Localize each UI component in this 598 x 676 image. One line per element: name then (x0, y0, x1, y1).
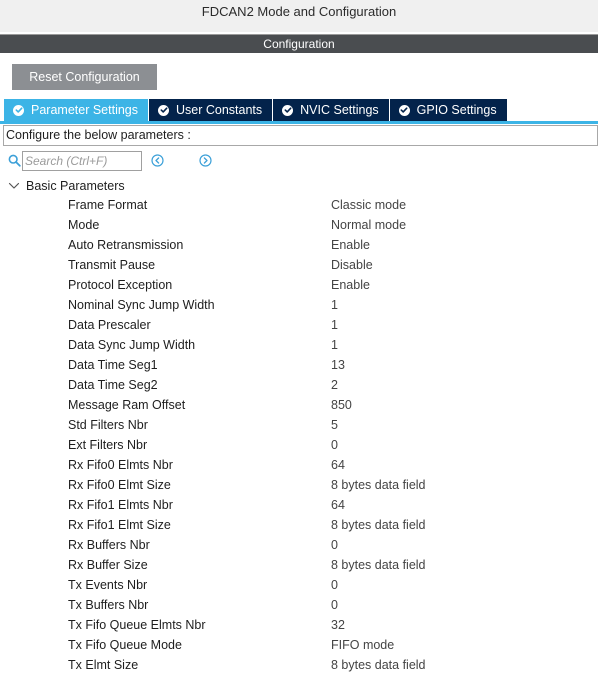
parameter-value[interactable]: 1 (331, 315, 338, 335)
parameter-row[interactable]: Data Prescaler 1 (0, 315, 598, 335)
arrow-right-circle-icon[interactable] (199, 154, 212, 167)
parameter-name: Tx Fifo Queue Mode (68, 638, 182, 652)
parameter-value[interactable]: Enable (331, 275, 370, 295)
parameter-row[interactable]: Auto Retransmission Enable (0, 235, 598, 255)
reset-configuration-button[interactable]: Reset Configuration (12, 64, 157, 90)
search-input[interactable] (22, 151, 142, 171)
parameter-row[interactable]: Rx Buffer Size 8 bytes data field (0, 555, 598, 575)
tab-label: Parameter Settings (31, 103, 138, 117)
tab-parameter-settings[interactable]: Parameter Settings (4, 99, 148, 121)
parameter-value[interactable]: Classic mode (331, 195, 406, 215)
parameter-name: Tx Events Nbr (68, 578, 148, 592)
parameter-row[interactable]: Data Time Seg1 13 (0, 355, 598, 375)
parameter-row[interactable]: Nominal Sync Jump Width 1 (0, 295, 598, 315)
check-circle-icon (13, 104, 24, 116)
chevron-down-icon[interactable] (8, 181, 20, 191)
parameter-row[interactable]: Tx Fifo Queue Mode FIFO mode (0, 635, 598, 655)
parameter-value[interactable]: 0 (331, 535, 338, 555)
parameter-row[interactable]: Frame Format Classic mode (0, 195, 598, 215)
tab-gpio-settings[interactable]: GPIO Settings (389, 99, 507, 121)
parameter-name: Rx Fifo1 Elmt Size (68, 518, 171, 532)
parameter-value[interactable]: 850 (331, 395, 352, 415)
parameter-row[interactable]: Tx Events Nbr 0 (0, 575, 598, 595)
parameter-name: Data Time Seg1 (68, 358, 158, 372)
parameter-value[interactable]: 64 (331, 495, 345, 515)
parameter-row[interactable]: Rx Fifo1 Elmts Nbr 64 (0, 495, 598, 515)
parameter-name: Rx Fifo1 Elmts Nbr (68, 498, 173, 512)
basic-parameters-group[interactable]: Basic Parameters (8, 177, 125, 195)
parameter-value[interactable]: 8 bytes data field (331, 515, 426, 535)
parameter-name: Ext Filters Nbr (68, 438, 148, 452)
parameter-name: Std Filters Nbr (68, 418, 148, 432)
parameter-row[interactable]: Rx Buffers Nbr 0 (0, 535, 598, 555)
tab-nvic-settings[interactable]: NVIC Settings (273, 99, 389, 121)
parameter-name: Auto Retransmission (68, 238, 184, 252)
parameter-row[interactable]: Message Ram Offset 850 (0, 395, 598, 415)
parameter-value[interactable]: 8 bytes data field (331, 475, 426, 495)
check-circle-icon (398, 104, 410, 116)
window-title: FDCAN2 Mode and Configuration (0, 0, 598, 32)
parameter-value[interactable]: 2 (331, 375, 338, 395)
parameter-row[interactable]: Data Time Seg2 2 (0, 375, 598, 395)
parameter-name: Tx Fifo Queue Elmts Nbr (68, 618, 206, 632)
search-toolbar (8, 150, 598, 172)
parameter-row[interactable]: Tx Fifo Queue Elmts Nbr 32 (0, 615, 598, 635)
parameter-value[interactable]: 5 (331, 415, 338, 435)
check-circle-icon (282, 104, 294, 116)
parameter-row[interactable]: Mode Normal mode (0, 215, 598, 235)
search-icon[interactable] (8, 154, 21, 167)
parameter-value[interactable]: 64 (331, 455, 345, 475)
parameter-row[interactable]: Data Sync Jump Width 1 (0, 335, 598, 355)
settings-tabs: Parameter Settings User Constants NVIC S… (4, 99, 508, 121)
parameter-value[interactable]: 0 (331, 575, 338, 595)
parameter-row[interactable]: Protocol Exception Enable (0, 275, 598, 295)
parameter-name: Tx Buffers Nbr (68, 598, 149, 612)
parameter-value[interactable]: 8 bytes data field (331, 555, 426, 575)
parameter-value[interactable]: Normal mode (331, 215, 406, 235)
parameter-value[interactable]: Disable (331, 255, 373, 275)
parameter-value[interactable]: 0 (331, 595, 338, 615)
parameter-value[interactable]: 32 (331, 615, 345, 635)
parameter-value[interactable]: FIFO mode (331, 635, 394, 655)
parameter-value[interactable]: 0 (331, 435, 338, 455)
parameter-row[interactable]: Rx Fifo1 Elmt Size 8 bytes data field (0, 515, 598, 535)
tab-label: NVIC Settings (300, 103, 379, 117)
parameter-name: Nominal Sync Jump Width (68, 298, 215, 312)
parameter-row[interactable]: Tx Elmt Size 8 bytes data field (0, 655, 598, 675)
parameter-name: Data Time Seg2 (68, 378, 158, 392)
parameter-row[interactable]: Transmit Pause Disable (0, 255, 598, 275)
parameter-value[interactable]: 1 (331, 335, 338, 355)
parameter-name: Data Prescaler (68, 318, 151, 332)
tabs-underline (0, 121, 598, 124)
tab-label: User Constants (176, 103, 263, 117)
parameter-name: Rx Buffer Size (68, 558, 148, 572)
parameter-name: Transmit Pause (68, 258, 156, 272)
parameter-row[interactable]: Rx Fifo0 Elmt Size 8 bytes data field (0, 475, 598, 495)
parameter-value[interactable]: 8 bytes data field (331, 655, 426, 675)
parameter-name: Message Ram Offset (68, 398, 186, 412)
parameter-row[interactable]: Rx Fifo0 Elmts Nbr 64 (0, 455, 598, 475)
parameter-name: Tx Elmt Size (68, 658, 139, 672)
parameter-value[interactable]: Enable (331, 235, 370, 255)
arrow-left-circle-icon[interactable] (151, 154, 164, 167)
parameter-name: Mode (68, 218, 100, 232)
parameter-value[interactable]: 13 (331, 355, 345, 375)
parameter-name: Rx Fifo0 Elmt Size (68, 478, 171, 492)
parameter-row[interactable]: Tx Buffers Nbr 0 (0, 595, 598, 615)
configure-hint: Configure the below parameters : (3, 125, 598, 146)
parameter-name: Frame Format (68, 198, 148, 212)
tab-user-constants[interactable]: User Constants (149, 99, 273, 121)
parameter-name: Rx Buffers Nbr (68, 538, 150, 552)
parameter-value[interactable]: 1 (331, 295, 338, 315)
parameter-name: Data Sync Jump Width (68, 338, 196, 352)
parameter-row[interactable]: Std Filters Nbr 5 (0, 415, 598, 435)
parameter-row[interactable]: Ext Filters Nbr 0 (0, 435, 598, 455)
parameter-name: Protocol Exception (68, 278, 173, 292)
configuration-header: Configuration (0, 34, 598, 53)
tab-label: GPIO Settings (416, 103, 497, 117)
parameter-name: Rx Fifo0 Elmts Nbr (68, 458, 173, 472)
check-circle-icon (158, 104, 169, 116)
parameter-list: Frame Format Classic mode Mode Normal mode A… (0, 195, 598, 675)
group-label: Basic Parameters (26, 179, 125, 193)
